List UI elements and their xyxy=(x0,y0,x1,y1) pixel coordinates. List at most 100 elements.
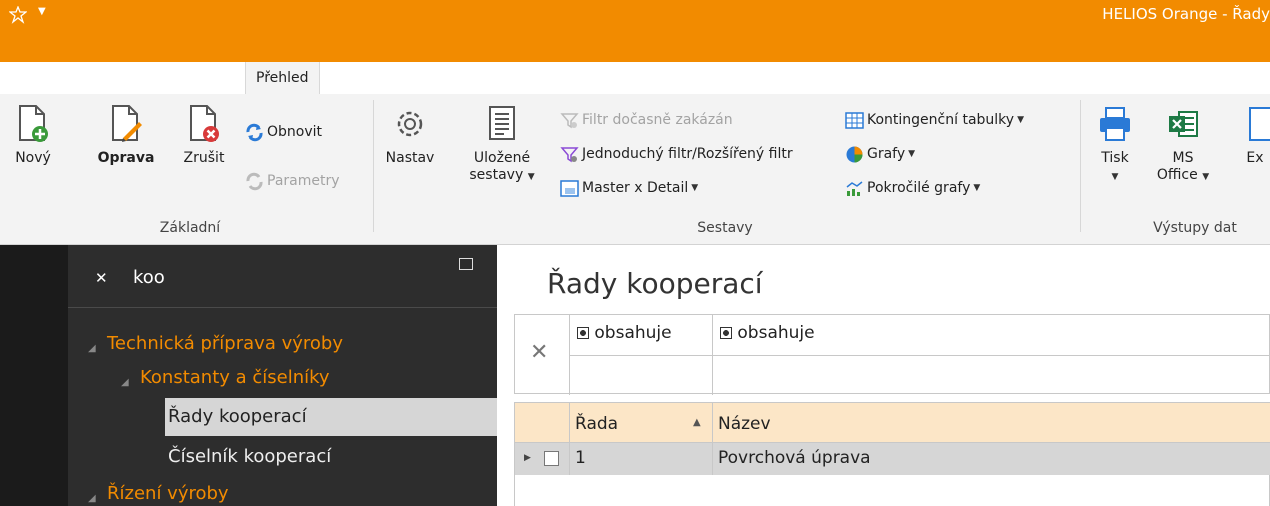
data-grid: Řada ▲ Název ▶ 1 Povrchová úprava xyxy=(514,402,1270,506)
group-label-sestavy: Sestavy xyxy=(697,220,753,236)
charts-button[interactable]: Grafy ▼ xyxy=(845,143,915,165)
tree-expand-icon[interactable]: ◢ xyxy=(121,377,129,388)
filter-input-nazev[interactable] xyxy=(713,356,1270,394)
search-input[interactable]: koo xyxy=(133,267,165,288)
tree-item-konstanty[interactable]: Konstanty a číselníky xyxy=(140,367,330,388)
gear-icon xyxy=(397,111,423,137)
export-button[interactable]: Ex xyxy=(1240,104,1270,167)
filter-mode-icon xyxy=(720,327,732,339)
window-title: HELIOS Orange - Řady xyxy=(1102,5,1270,23)
filter-icon xyxy=(560,146,579,162)
saved-reports-button[interactable]: Uložené sestavy ▼ xyxy=(462,104,542,186)
filter-disabled-button[interactable]: Filtr dočasně zakázán xyxy=(560,109,733,131)
master-detail-button[interactable]: Master x Detail ▼ xyxy=(560,177,698,199)
chevron-down-icon: ▼ xyxy=(1017,115,1024,125)
divider xyxy=(712,443,713,475)
ms-office-label-2: Office xyxy=(1156,167,1198,183)
sort-ascending-icon[interactable]: ▲ xyxy=(693,417,701,428)
edit-document-icon xyxy=(112,105,142,142)
tree-item-ciselnik-kooperaci[interactable]: Číselník kooperací xyxy=(168,446,331,467)
ms-office-button[interactable]: MS Office ▼ xyxy=(1155,104,1211,186)
advanced-charts-label: Pokročilé grafy xyxy=(867,180,971,196)
filter-disabled-icon xyxy=(560,112,579,128)
nastav-label: Nastav xyxy=(385,150,435,166)
divider xyxy=(569,443,570,475)
tab-automat[interactable]: Automat xyxy=(139,62,219,94)
divider xyxy=(569,403,570,443)
export-label: Ex xyxy=(1246,150,1264,166)
pie-chart-icon xyxy=(846,146,863,162)
tree-expand-icon[interactable]: ◢ xyxy=(88,343,96,354)
chevron-down-icon: ▼ xyxy=(973,183,981,193)
group-label-vystupy: Výstupy dat xyxy=(1153,220,1237,236)
parameters-label: Parametry xyxy=(267,173,340,189)
chevron-down-icon: ▼ xyxy=(1111,172,1119,182)
simple-filter-button[interactable]: Jednoduchý filtr/Rozšířený filtr xyxy=(560,143,793,165)
pivot-tables-button[interactable]: Kontingenční tabulky ▼ xyxy=(845,109,1024,131)
main-content: Řady kooperací ✕ obsahuje obsahuje Řada … xyxy=(497,245,1270,506)
refresh-button[interactable]: Obnovit xyxy=(245,121,322,143)
print-label: Tisk xyxy=(1101,150,1129,166)
tab-prehled[interactable]: Přehled xyxy=(245,62,320,96)
app-logo-icon[interactable] xyxy=(9,6,27,24)
refresh-icon xyxy=(246,123,263,141)
filter-mode-icon xyxy=(577,327,589,339)
cell-nazev: Povrchová úprava xyxy=(718,448,871,468)
tab-system[interactable]: Systém xyxy=(351,62,423,94)
saved-reports-label-1: Uložené xyxy=(473,150,531,166)
sidebar-search: ✕ koo xyxy=(68,245,497,308)
filter-panel: ✕ obsahuje obsahuje xyxy=(514,314,1270,395)
divider xyxy=(712,403,713,443)
export-icon xyxy=(1249,107,1270,141)
nastav-button[interactable]: Nastav xyxy=(383,104,437,167)
cancel-label: Zrušit xyxy=(183,150,225,166)
ribbon-separator xyxy=(373,100,374,232)
advanced-charts-button[interactable]: Pokročilé grafy ▼ xyxy=(845,177,980,199)
saved-reports-label-2: sestavy xyxy=(469,167,524,183)
ms-office-label-1: MS xyxy=(1172,150,1194,166)
title-bar: ▼ HELIOS Orange - Řady xyxy=(0,0,1270,62)
page-title: Řady kooperací xyxy=(547,267,763,300)
cell-rada: 1 xyxy=(575,448,586,468)
simple-filter-label: Jednoduchý filtr/Rozšířený filtr xyxy=(582,146,793,162)
parameters-icon xyxy=(246,172,263,190)
tab-helios[interactable]: HELIOS xyxy=(26,62,97,94)
clear-filter-icon[interactable]: ✕ xyxy=(530,340,548,365)
filter-mode-label: obsahuje xyxy=(737,323,815,343)
chevron-down-icon: ▼ xyxy=(908,149,916,159)
printer-icon xyxy=(1100,107,1130,141)
edit-button[interactable]: Oprava xyxy=(94,104,158,167)
new-document-icon xyxy=(19,105,48,142)
filter-input-rada[interactable] xyxy=(570,356,712,394)
quick-access-dropdown-icon[interactable]: ▼ xyxy=(38,6,46,17)
master-detail-label: Master x Detail xyxy=(582,180,689,196)
parameters-button[interactable]: Parametry xyxy=(245,170,340,192)
clear-search-icon[interactable]: ✕ xyxy=(95,269,108,287)
filter-mode-rada[interactable]: obsahuje xyxy=(577,323,672,343)
pivot-tables-label: Kontingenční tabulky xyxy=(867,112,1015,128)
tree-item-rady-kooperaci[interactable]: Řady kooperací xyxy=(168,406,307,427)
chevron-down-icon: ▼ xyxy=(691,183,699,193)
row-checkbox[interactable] xyxy=(544,451,559,466)
filter-disabled-label: Filtr dočasně zakázán xyxy=(582,112,733,128)
new-button[interactable]: Nový xyxy=(8,104,58,167)
pivot-table-icon xyxy=(845,111,864,129)
print-button[interactable]: Tisk ▼ xyxy=(1092,104,1138,186)
ribbon-separator xyxy=(1080,100,1081,232)
table-row[interactable]: ▶ 1 Povrchová úprava xyxy=(515,443,1270,475)
filter-mode-nazev[interactable]: obsahuje xyxy=(720,323,815,343)
tree-item-rizeni-vyroby[interactable]: Řízení výroby xyxy=(107,483,229,504)
column-header-rada[interactable]: Řada xyxy=(575,414,618,434)
grid-header: Řada ▲ Název xyxy=(515,403,1270,443)
excel-icon xyxy=(1169,111,1198,137)
tree-expand-icon[interactable]: ◢ xyxy=(88,493,96,504)
collapse-panel-icon[interactable] xyxy=(459,258,473,270)
master-detail-icon xyxy=(560,179,579,197)
cancel-button[interactable]: Zrušit xyxy=(176,104,232,167)
ribbon-tabs: HELIOS Automat Přehled Systém xyxy=(0,62,1270,96)
tree-item-technicka-priprava[interactable]: Technická příprava výroby xyxy=(107,333,343,354)
column-header-nazev[interactable]: Název xyxy=(718,414,771,434)
group-label-zakladni: Základní xyxy=(159,220,221,236)
left-nav-strip xyxy=(0,245,68,506)
advanced-chart-icon xyxy=(846,180,863,196)
